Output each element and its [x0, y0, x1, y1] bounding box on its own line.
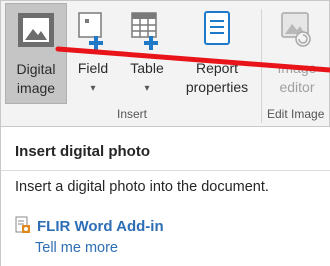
edit-image-group-label: Edit Image: [267, 107, 325, 121]
image-editor-button[interactable]: Image editor: [263, 3, 330, 104]
insert-table-icon: [129, 9, 165, 55]
report-properties-icon: [202, 9, 232, 53]
field-label: Field: [77, 60, 109, 76]
tooltip-description: Insert a digital photo into the document…: [15, 179, 269, 195]
image-editor-icon: [279, 9, 315, 53]
insert-field-icon: [76, 9, 110, 55]
tooltip-divider: [1, 170, 330, 171]
ribbon: Digital image Field ▾ Table ▾ Report pro…: [0, 0, 330, 127]
report-properties-label-1: Report: [195, 60, 239, 76]
digital-image-label-2: image: [16, 80, 56, 96]
table-dropdown-caret[interactable]: ▾: [119, 80, 175, 98]
image-editor-label-2: editor: [279, 79, 315, 95]
table-button[interactable]: Table ▾: [119, 3, 175, 104]
report-properties-button[interactable]: Report properties: [175, 3, 259, 104]
image-editor-label-1: Image: [277, 60, 317, 76]
report-properties-label-2: properties: [185, 79, 249, 95]
digital-image-button[interactable]: Digital image: [5, 3, 67, 104]
tooltip-addin-row: FLIR Word Add-in: [15, 216, 164, 238]
field-dropdown-caret[interactable]: ▾: [67, 80, 119, 98]
addin-icon: [15, 216, 31, 238]
table-label: Table: [130, 60, 164, 76]
digital-image-label-1: Digital: [16, 61, 56, 77]
image-icon: [17, 10, 55, 54]
group-separator: [261, 9, 262, 123]
field-button[interactable]: Field ▾: [67, 3, 119, 104]
tooltip-title: Insert digital photo: [15, 143, 150, 160]
tell-me-more-link[interactable]: Tell me more: [35, 240, 118, 256]
addin-name: FLIR Word Add-in: [37, 218, 164, 235]
super-tooltip: Insert digital photo Insert a digital ph…: [0, 127, 330, 266]
insert-group-label: Insert: [116, 107, 147, 121]
